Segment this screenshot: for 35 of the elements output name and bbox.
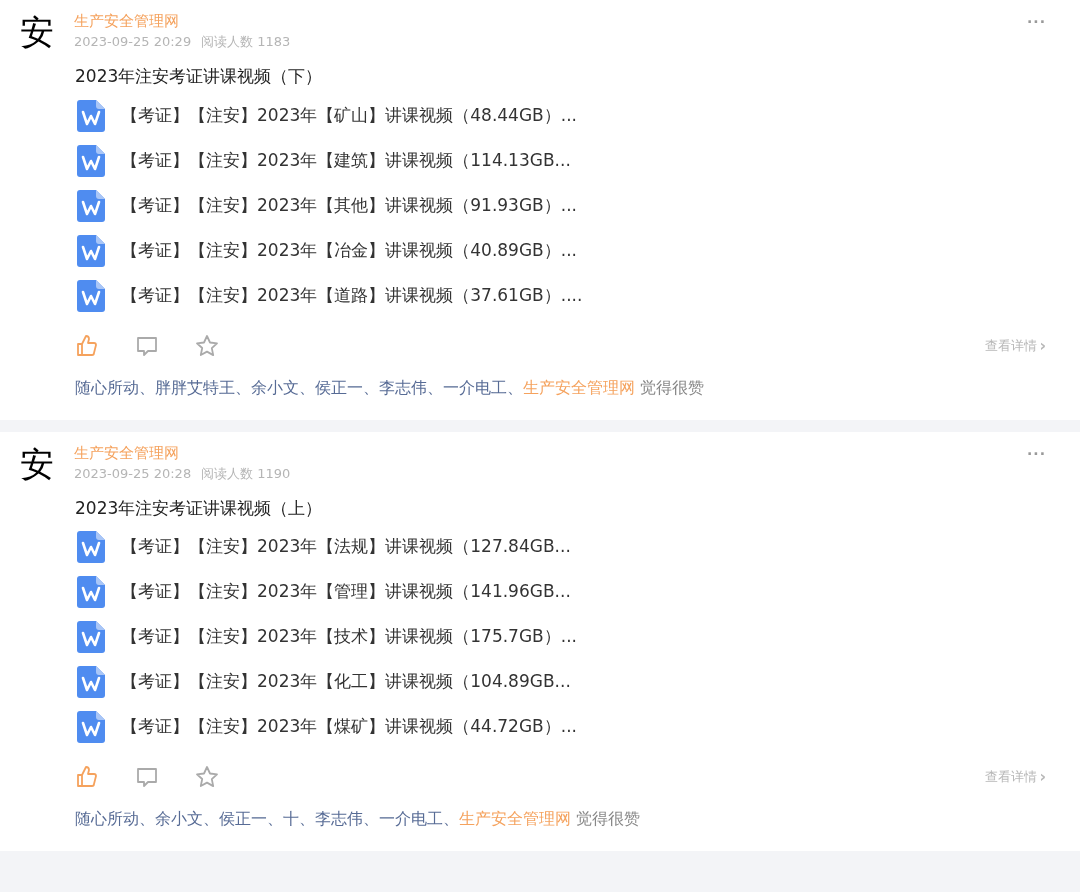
document-icon — [77, 144, 105, 177]
file-link[interactable]: 【考证】【注安】2023年【道路】讲课视频（37.61GB）.... — [121, 282, 583, 309]
file-link[interactable]: 【考证】【注安】2023年【化工】讲课视频（104.89GB... — [121, 669, 571, 695]
thumbs-up-icon[interactable] — [75, 333, 99, 358]
post-time: 2023-09-25 20:29 — [74, 33, 192, 51]
document-icon — [77, 189, 105, 222]
document-icon — [77, 621, 105, 653]
file-link[interactable]: 【考证】【注安】2023年【矿山】讲课视频（48.44GB）... — [121, 102, 577, 129]
file-link[interactable]: 【考证】【注安】2023年【冶金】讲课视频（40.89GB）... — [121, 237, 577, 264]
file-link[interactable]: 【考证】【注安】2023年【技术】讲课视频（175.7GB）... — [121, 624, 577, 650]
document-icon — [77, 234, 105, 267]
post-title: 2023年注安考证讲课视频（下） — [75, 65, 324, 88]
star-icon[interactable] — [195, 765, 219, 789]
file-link[interactable]: 【考证】【注安】2023年【管理】讲课视频（141.96GB... — [121, 579, 571, 605]
post-time: 2023-09-25 20:28 — [74, 464, 192, 483]
star-icon[interactable] — [195, 333, 219, 358]
file-link[interactable]: 【考证】【注安】2023年【其他】讲课视频（91.93GB）... — [121, 192, 577, 219]
avatar: 安 — [20, 12, 55, 52]
document-icon — [77, 99, 105, 132]
likes-line: 随心所动、余小文、侯正一、十、李志伟、一介电工、生产安全管理网 觉得很赞 — [75, 808, 641, 830]
document-icon — [77, 576, 105, 608]
file-link[interactable]: 【考证】【注安】2023年【煤矿】讲课视频（44.72GB）... — [121, 714, 577, 740]
read-count: 阅读人数 1183 — [201, 33, 291, 51]
avatar: 安 — [20, 443, 55, 484]
comment-icon[interactable] — [135, 765, 159, 789]
document-icon — [77, 279, 105, 312]
document-icon — [77, 711, 105, 743]
document-icon — [77, 666, 105, 698]
post-title: 2023年注安考证讲课视频（上） — [75, 496, 324, 520]
likes-line: 随心所动、胖胖艾特王、余小文、侯正一、李志伟、一介电工、生产安全管理网 觉得很赞 — [75, 376, 705, 399]
file-link[interactable]: 【考证】【注安】2023年【建筑】讲课视频（114.13GB... — [121, 147, 571, 174]
read-count: 阅读人数 1190 — [201, 464, 291, 483]
document-icon — [77, 531, 105, 563]
thumbs-up-icon[interactable] — [75, 765, 99, 789]
file-link[interactable]: 【考证】【注安】2023年【法规】讲课视频（127.84GB... — [121, 534, 571, 560]
